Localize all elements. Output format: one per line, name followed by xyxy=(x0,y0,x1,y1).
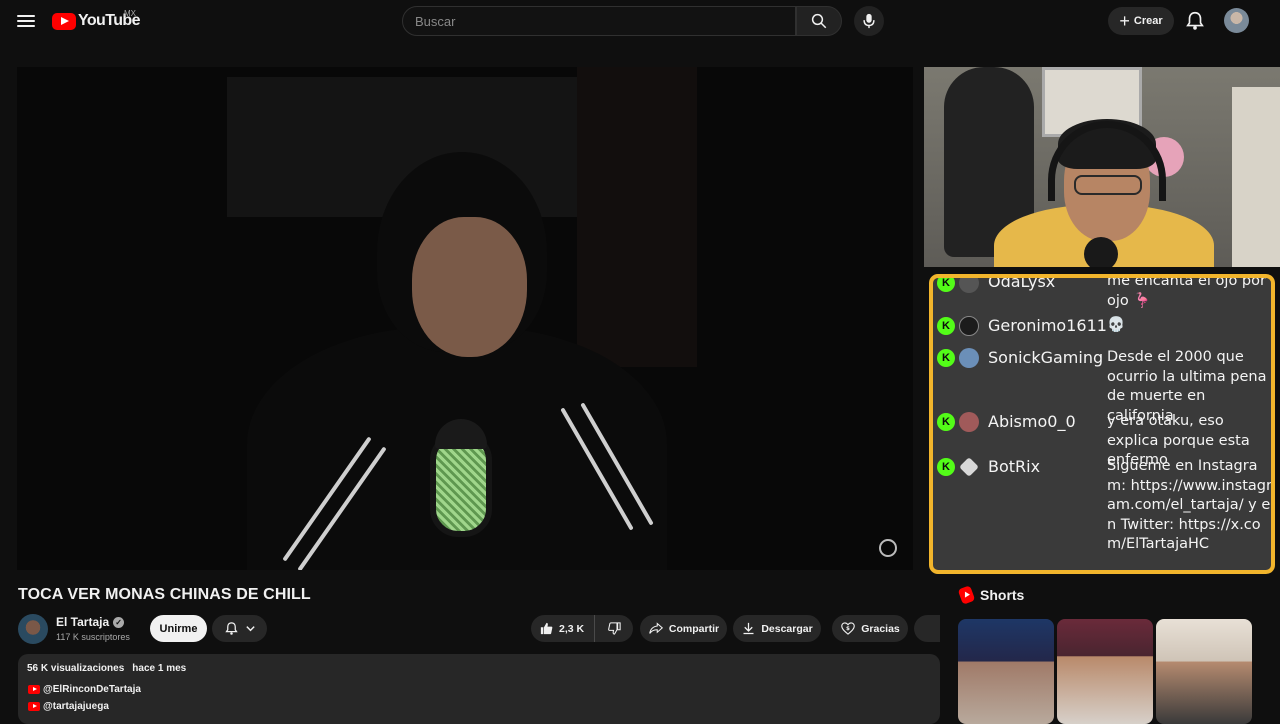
channel-avatar[interactable] xyxy=(18,614,48,644)
search-icon xyxy=(811,13,827,29)
search-box xyxy=(402,6,796,36)
webcam-overlay xyxy=(924,67,1280,267)
youtube-logo-icon xyxy=(52,12,76,30)
youtube-logo-icon xyxy=(28,702,40,711)
plus-icon: + xyxy=(1119,11,1130,31)
thanks-label: Gracias xyxy=(861,622,900,635)
chat-user-avatar xyxy=(959,412,979,432)
kick-badge-icon: K xyxy=(937,458,955,476)
dislike-button[interactable] xyxy=(595,615,633,642)
subscriber-count: 117 K suscriptores xyxy=(56,632,130,642)
video-person-face xyxy=(412,217,527,357)
mic-icon xyxy=(863,13,875,29)
chat-user-avatar xyxy=(959,457,979,477)
share-label: Compartir xyxy=(668,622,720,635)
youtube-logo-icon xyxy=(28,685,40,694)
chat-text: me encanta el ojo por ojo 🦩 xyxy=(1107,274,1266,309)
verified-icon: ✓ xyxy=(113,616,125,628)
search-input[interactable] xyxy=(403,7,795,35)
cam-microphone xyxy=(1084,237,1118,267)
description-channel-link[interactable]: @ElRinconDeTartaja xyxy=(28,684,141,695)
shorts-icon xyxy=(957,585,976,605)
channel-watermark-icon[interactable] xyxy=(879,539,897,557)
cam-glasses xyxy=(1074,175,1142,195)
like-button[interactable]: 2,3 K xyxy=(531,615,595,642)
chat-text: 💀 xyxy=(1107,317,1126,333)
view-count: 56 K visualizaciones xyxy=(27,663,125,674)
join-button[interactable]: Unirme xyxy=(150,615,207,642)
channel-link-text[interactable]: @tartajajuega xyxy=(43,701,109,712)
video-background-shelf xyxy=(577,67,697,367)
chat-username: Abismo0_0 xyxy=(988,412,1076,431)
stream-chat-overlay: K OdaLysx me encanta el ojo por ojo 🦩 K … xyxy=(929,274,1275,574)
kick-badge-icon: K xyxy=(937,413,955,431)
description-box[interactable]: 56 K visualizaciones hace 1 mes @ElRinco… xyxy=(18,654,940,724)
channel-name-row[interactable]: El Tartaja ✓ xyxy=(56,615,125,629)
chevron-down-icon xyxy=(245,626,255,632)
bell-icon[interactable] xyxy=(1184,10,1206,32)
dislike-icon xyxy=(607,622,621,635)
voice-search-button[interactable] xyxy=(854,6,884,36)
more-actions-button[interactable] xyxy=(914,615,940,642)
svg-text:$: $ xyxy=(846,626,850,632)
short-thumbnail[interactable] xyxy=(1057,619,1153,724)
video-player[interactable] xyxy=(17,67,913,570)
youtube-logo[interactable]: YouTube MX xyxy=(52,9,140,31)
chat-user-avatar xyxy=(959,348,979,368)
thanks-button[interactable]: $ Gracias xyxy=(832,615,908,642)
menu-icon[interactable] xyxy=(14,10,38,32)
thanks-icon: $ xyxy=(841,622,856,635)
download-icon xyxy=(743,622,754,635)
kick-badge-icon: K xyxy=(937,278,955,292)
download-label: Descargar xyxy=(761,622,813,635)
short-thumbnail[interactable] xyxy=(1156,619,1252,724)
create-button[interactable]: + Crear xyxy=(1108,7,1174,35)
kick-badge-icon: K xyxy=(937,317,955,335)
notifications-button[interactable] xyxy=(212,615,267,642)
kick-badge-icon: K xyxy=(937,349,955,367)
top-bar: YouTube MX + Crear xyxy=(0,0,1280,42)
shorts-title: Shorts xyxy=(980,587,1025,603)
chat-username: BotRix xyxy=(988,457,1041,476)
cam-cabinet xyxy=(1232,87,1280,267)
create-label: Crear xyxy=(1133,15,1163,27)
like-count: 2,3 K xyxy=(559,622,585,635)
chat-text: Sigueme en Instagram: https://www.instag… xyxy=(1107,458,1272,552)
account-avatar[interactable] xyxy=(1224,8,1249,33)
chat-username: OdaLysx xyxy=(988,274,1056,291)
short-thumbnail[interactable] xyxy=(958,619,1054,724)
search-button[interactable] xyxy=(796,6,842,36)
video-title: TOCA VER MONAS CHINAS DE CHILL xyxy=(18,586,311,603)
description-meta: 56 K visualizaciones hace 1 mes xyxy=(27,663,186,674)
description-channel-link[interactable]: @tartajajuega xyxy=(28,701,109,712)
like-dislike-group: 2,3 K xyxy=(531,615,633,642)
share-button[interactable]: Compartir xyxy=(640,615,727,642)
chat-username: SonickGaming xyxy=(988,348,1104,367)
download-button[interactable]: Descargar xyxy=(733,615,821,642)
country-code: MX xyxy=(124,9,136,18)
chat-username: Geronimo1611 xyxy=(988,316,1107,335)
channel-name[interactable]: El Tartaja xyxy=(56,615,109,629)
like-icon xyxy=(540,622,553,635)
channel-link-text[interactable]: @ElRinconDeTartaja xyxy=(43,684,141,695)
shorts-header: Shorts xyxy=(957,585,1025,605)
chat-user-avatar xyxy=(959,278,979,293)
upload-date: hace 1 mes xyxy=(132,663,187,674)
share-icon xyxy=(649,622,663,634)
bell-icon xyxy=(224,622,238,635)
chat-user-avatar xyxy=(959,316,979,336)
